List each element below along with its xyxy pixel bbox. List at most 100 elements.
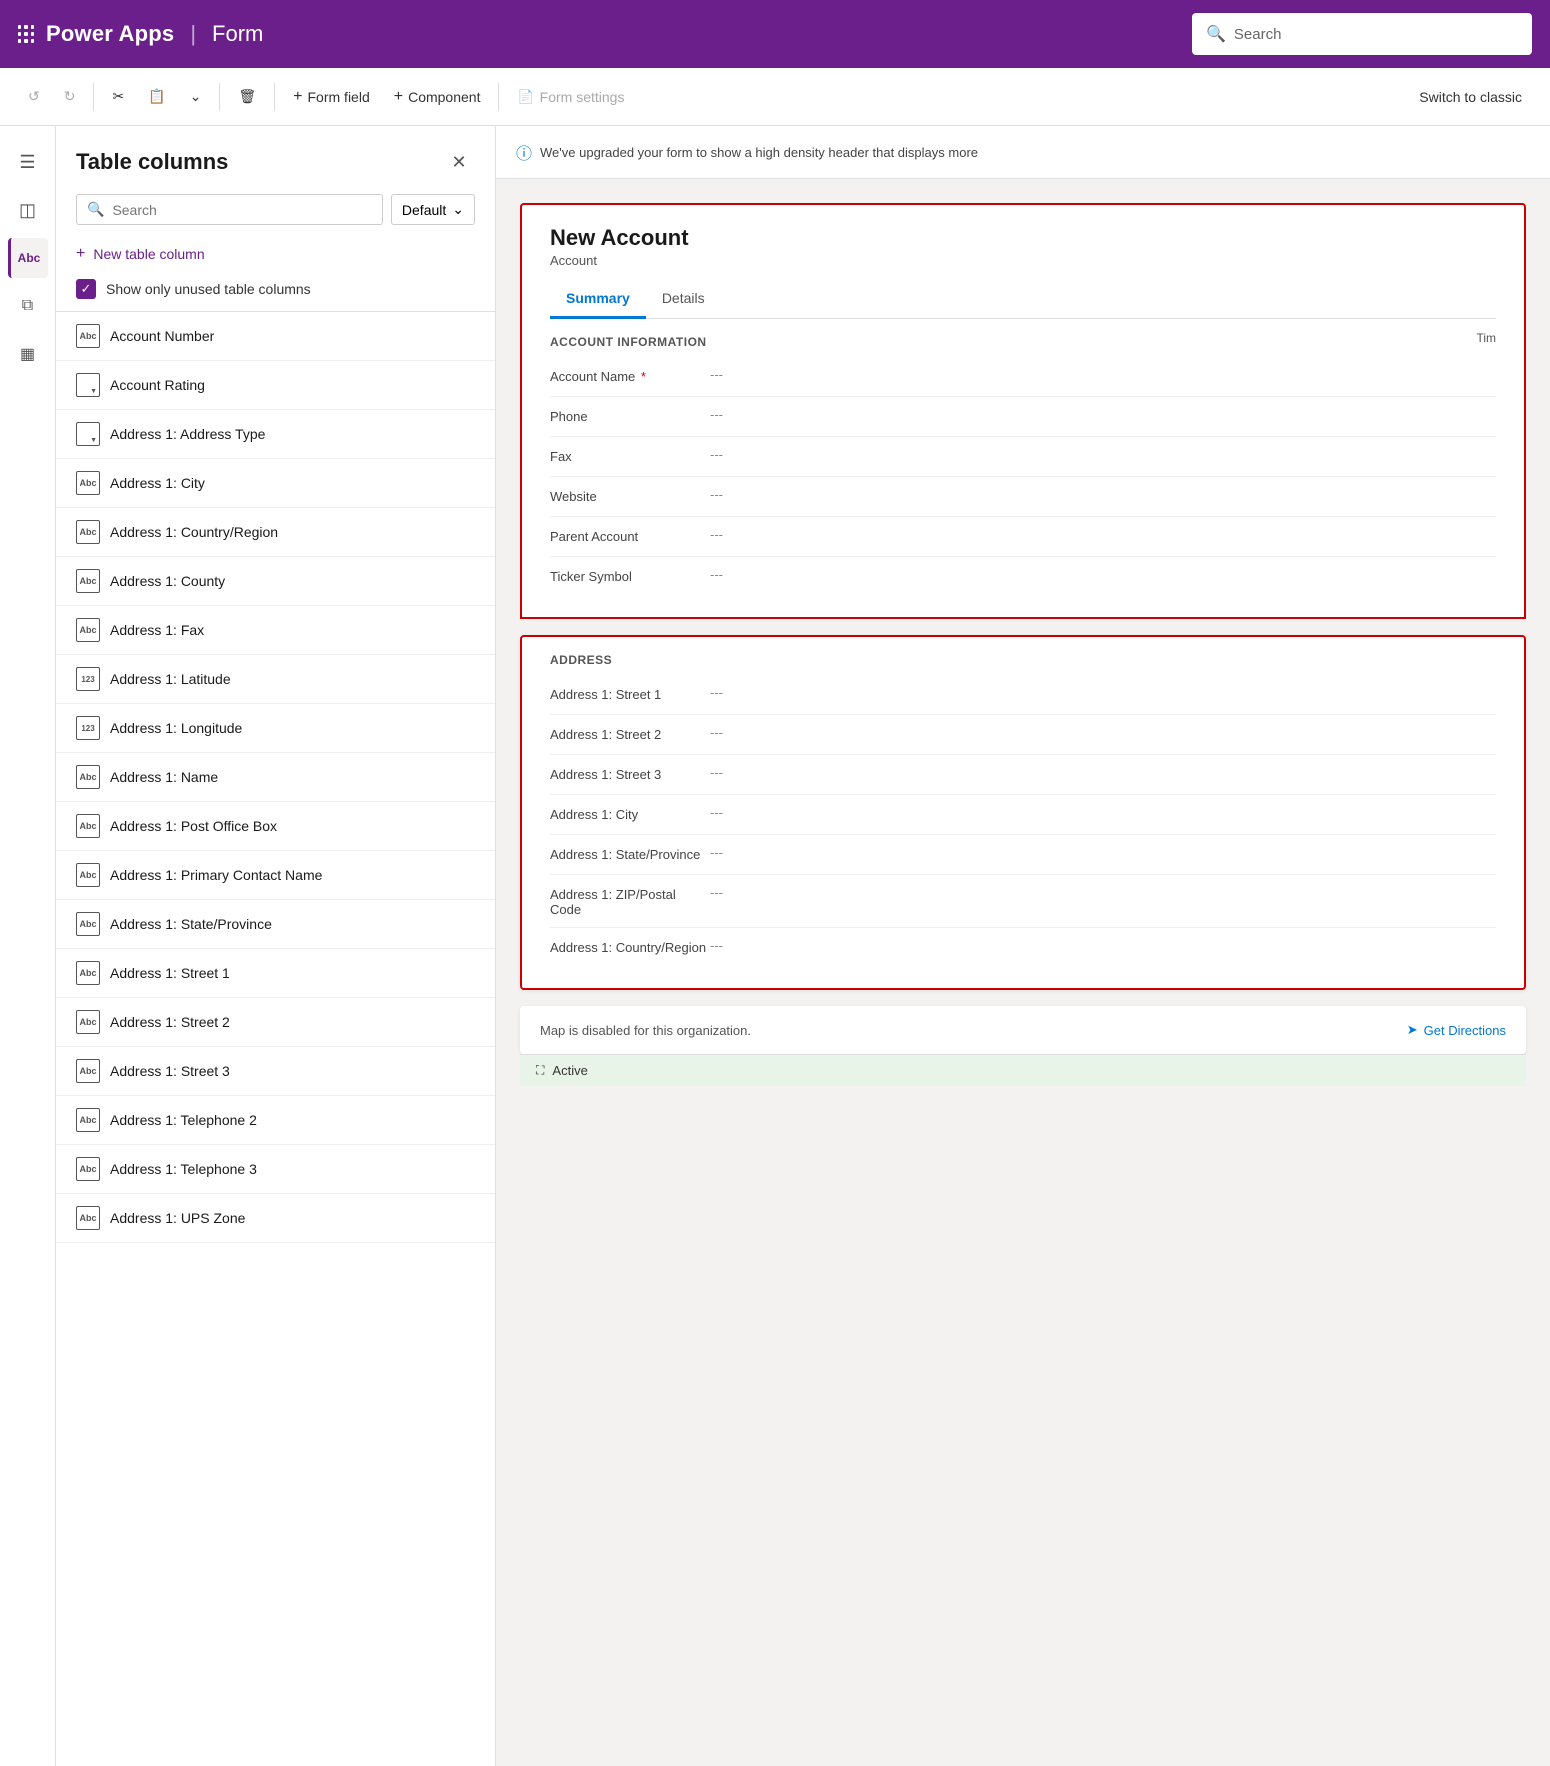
- components-icon: ▦: [20, 344, 35, 364]
- column-type-icon: Abc: [76, 471, 100, 495]
- delete-button[interactable]: 🗑: [228, 82, 266, 111]
- column-item[interactable]: AbcAddress 1: Street 3: [56, 1047, 495, 1096]
- column-type-icon: Abc: [76, 961, 100, 985]
- form-area: ⓘ We've upgraded your form to show a hig…: [496, 126, 1550, 1766]
- column-item[interactable]: AbcAddress 1: Street 1: [56, 949, 495, 998]
- redo-button[interactable]: ↻: [54, 82, 86, 111]
- address-field-value: ---: [710, 685, 723, 700]
- column-name: Address 1: Street 3: [110, 1063, 230, 1079]
- address-field-value: ---: [710, 725, 723, 740]
- layers-icon: ⧉: [22, 297, 33, 315]
- panel-search-box[interactable]: 🔍: [76, 194, 383, 225]
- component-button[interactable]: + Component: [384, 82, 491, 112]
- form-field-value: ---: [710, 367, 723, 382]
- address-field-row: Address 1: Street 3---: [550, 755, 1496, 795]
- form-settings-button[interactable]: 📄 Form settings: [507, 83, 634, 111]
- column-type-icon: 123: [76, 667, 100, 691]
- chevron-down-icon-panel: ⌄: [452, 201, 464, 218]
- panel-dropdown[interactable]: Default ⌄: [391, 194, 475, 225]
- form-field-button[interactable]: + Form field: [283, 82, 380, 112]
- map-disabled-text: Map is disabled for this organization.: [540, 1023, 751, 1038]
- form-field-row: Ticker Symbol---: [550, 557, 1496, 597]
- dropdown-button[interactable]: ⌄: [180, 82, 212, 111]
- switch-classic-button[interactable]: Switch to classic: [1409, 83, 1532, 111]
- column-item[interactable]: 123Address 1: Longitude: [56, 704, 495, 753]
- column-item[interactable]: AbcAddress 1: Primary Contact Name: [56, 851, 495, 900]
- tab-summary[interactable]: Summary: [550, 280, 646, 319]
- form-tabs: Summary Details: [550, 280, 1496, 319]
- tab-details[interactable]: Details: [646, 280, 721, 319]
- info-banner: ⓘ We've upgraded your form to show a hig…: [496, 126, 1550, 179]
- column-item[interactable]: AbcAddress 1: Telephone 3: [56, 1145, 495, 1194]
- plus-icon-2: +: [394, 88, 403, 106]
- column-item[interactable]: ▼Account Rating: [56, 361, 495, 410]
- column-name: Account Number: [110, 328, 214, 344]
- form-field-label: Account Name *: [550, 367, 710, 384]
- address-field-row: Address 1: Street 2---: [550, 715, 1496, 755]
- top-nav-bar: Power Apps | Form 🔍 Search: [0, 0, 1550, 68]
- hamburger-menu-icon: ☰: [19, 152, 35, 173]
- address-field-value: ---: [710, 885, 723, 900]
- column-item[interactable]: Abc Account Number: [56, 312, 495, 361]
- directions-icon: ➤: [1407, 1022, 1418, 1038]
- address-field-row: Address 1: Street 1---: [550, 675, 1496, 715]
- column-item[interactable]: 123Address 1: Latitude: [56, 655, 495, 704]
- undo-button[interactable]: ↺: [18, 82, 50, 111]
- column-name: Address 1: State/Province: [110, 916, 272, 932]
- plus-icon-column: +: [76, 245, 85, 263]
- search-placeholder-text: Search: [1234, 26, 1282, 43]
- sidebar-layers[interactable]: ⧉: [8, 286, 48, 326]
- form-field-value: ---: [710, 407, 723, 422]
- address-field-label: Address 1: Street 2: [550, 725, 710, 742]
- address-field-row: Address 1: State/Province---: [550, 835, 1496, 875]
- sidebar-dashboard[interactable]: ◫: [8, 190, 48, 230]
- column-item[interactable]: AbcAddress 1: Fax: [56, 606, 495, 655]
- info-icon: ⓘ: [516, 140, 532, 164]
- column-item[interactable]: AbcAddress 1: Street 2: [56, 998, 495, 1047]
- app-grid-icon[interactable]: [18, 25, 34, 43]
- address-section: ADDRESS Address 1: Street 1---Address 1:…: [520, 635, 1526, 990]
- map-section: Map is disabled for this organization. ➤…: [520, 1006, 1526, 1054]
- get-directions-button[interactable]: ➤ Get Directions: [1407, 1022, 1506, 1038]
- sidebar-components[interactable]: ▦: [8, 334, 48, 374]
- column-item[interactable]: AbcAddress 1: Name: [56, 753, 495, 802]
- undo-icon: ↺: [28, 88, 40, 105]
- search-box[interactable]: 🔍 Search: [1192, 13, 1532, 55]
- form-field-value: ---: [710, 487, 723, 502]
- column-item[interactable]: ▼Address 1: Address Type: [56, 410, 495, 459]
- address-field-value: ---: [710, 765, 723, 780]
- new-table-column-button[interactable]: + New table column: [56, 237, 495, 271]
- address-field-value: ---: [710, 938, 723, 953]
- column-type-icon: Abc: [76, 569, 100, 593]
- app-title: Power Apps: [46, 21, 174, 47]
- column-item[interactable]: AbcAddress 1: County: [56, 557, 495, 606]
- show-unused-checkbox-row[interactable]: ✓ Show only unused table columns: [56, 271, 495, 311]
- form-field-label: Form field: [308, 89, 370, 105]
- column-item[interactable]: AbcAddress 1: Post Office Box: [56, 802, 495, 851]
- column-name: Address 1: Primary Contact Name: [110, 867, 322, 883]
- column-item[interactable]: AbcAddress 1: State/Province: [56, 900, 495, 949]
- delete-icon: 🗑: [238, 88, 256, 105]
- column-item[interactable]: AbcAddress 1: UPS Zone: [56, 1194, 495, 1243]
- paste-icon: 📋: [148, 88, 165, 105]
- account-fields-list: Account Name *---Phone---Fax---Website--…: [550, 357, 1496, 597]
- panel-close-button[interactable]: ✕: [443, 146, 475, 178]
- settings-icon: 📄: [517, 89, 533, 105]
- cut-icon: ✂: [112, 88, 124, 105]
- sidebar-abc[interactable]: Abc: [8, 238, 48, 278]
- columns-list: Abc Account Number ▼Account Rating▼Address…: [56, 311, 495, 1766]
- column-item[interactable]: AbcAddress 1: Country/Region: [56, 508, 495, 557]
- address-field-label: Address 1: Street 1: [550, 685, 710, 702]
- panel-search-input[interactable]: [112, 202, 371, 218]
- sidebar-hamburger[interactable]: ☰: [8, 142, 48, 182]
- address-field-label: Address 1: City: [550, 805, 710, 822]
- paste-button[interactable]: 📋: [138, 82, 175, 111]
- dropdown-label: Default: [402, 202, 446, 218]
- cut-button[interactable]: ✂: [102, 82, 134, 111]
- expand-icon: ⛶: [536, 1063, 544, 1078]
- column-type-icon: Abc: [76, 324, 100, 348]
- column-item[interactable]: AbcAddress 1: City: [56, 459, 495, 508]
- column-item[interactable]: AbcAddress 1: Telephone 2: [56, 1096, 495, 1145]
- account-info-header: ACCOUNT INFORMATION: [550, 319, 707, 357]
- tab-details-label: Details: [662, 290, 705, 306]
